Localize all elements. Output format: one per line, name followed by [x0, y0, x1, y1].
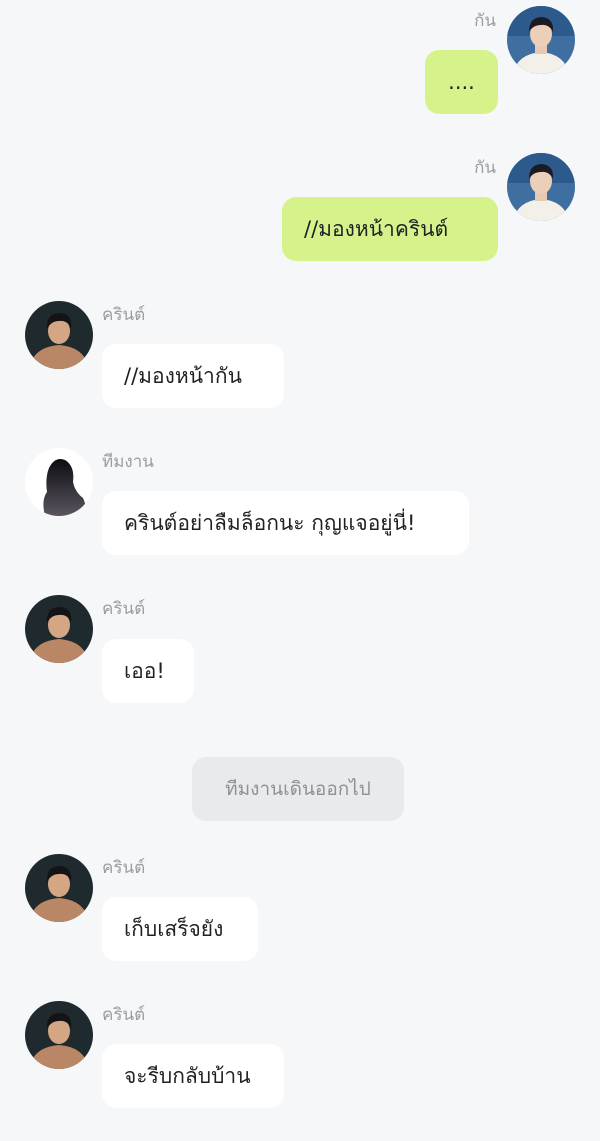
message-text: //มองหน้ากัน — [124, 363, 242, 388]
message-text: เก็บเสร็จยัง — [124, 916, 224, 941]
sender-name: ทีมงาน — [102, 452, 154, 472]
sender-name: ครินต์ — [102, 1005, 146, 1025]
avatar-gun-icon[interactable] — [507, 153, 575, 221]
sender-name: ครินต์ — [102, 599, 146, 619]
system-notice: ทีมงานเดินออกไป — [192, 757, 404, 821]
message-bubble[interactable]: เออ! — [102, 639, 194, 703]
sender-name: ครินต์ — [102, 305, 146, 325]
message-bubble[interactable]: ครินต์อย่าลืมล็อกนะ กุญแจอยู่นี่! — [102, 491, 469, 555]
message-bubble[interactable]: .... — [425, 50, 498, 114]
message-text: จะรีบกลับบ้าน — [124, 1063, 251, 1088]
message-text: เออ! — [124, 658, 165, 683]
avatar-krin-icon[interactable] — [25, 301, 93, 369]
message-text: .... — [448, 70, 475, 94]
message-text: ครินต์อย่าลืมล็อกนะ กุญแจอยู่นี่! — [124, 510, 416, 535]
avatar-krin-icon[interactable] — [25, 854, 93, 922]
message-bubble[interactable]: //มองหน้าครินต์ — [282, 197, 498, 261]
message-bubble[interactable]: จะรีบกลับบ้าน — [102, 1044, 284, 1108]
message-bubble[interactable]: เก็บเสร็จยัง — [102, 897, 258, 961]
sender-name: ครินต์ — [102, 858, 146, 878]
system-notice-text: ทีมงานเดินออกไป — [225, 778, 371, 800]
message-bubble[interactable]: //มองหน้ากัน — [102, 344, 284, 408]
sender-name: กัน — [474, 11, 496, 31]
avatar-krin-icon[interactable] — [25, 595, 93, 663]
avatar-gun-icon[interactable] — [507, 6, 575, 74]
avatar-team-silhouette-icon[interactable] — [25, 448, 93, 516]
avatar-krin-icon[interactable] — [25, 1001, 93, 1069]
message-text: //มองหน้าครินต์ — [304, 216, 449, 241]
sender-name: กัน — [474, 158, 496, 178]
